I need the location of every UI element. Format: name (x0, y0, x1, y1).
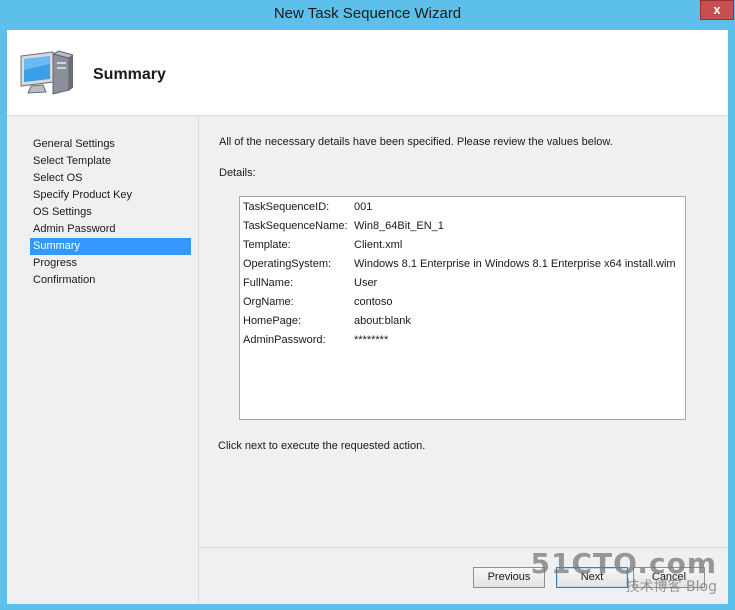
detail-key: AdminPassword: (243, 334, 326, 346)
detail-key: HomePage: (243, 315, 302, 327)
nav-item-confirmation[interactable]: Confirmation (30, 272, 191, 289)
intro-text: All of the necessary details have been s… (219, 136, 613, 148)
wizard-client-area: Summary General Settings Select Template… (7, 30, 728, 604)
summary-panel: All of the necessary details have been s… (199, 116, 728, 546)
button-bar-divider (199, 547, 728, 548)
detail-value: contoso (354, 296, 393, 308)
nav-item-summary[interactable]: Summary (30, 238, 191, 255)
details-list[interactable]: TaskSequenceID: 001 TaskSequenceName: Wi… (239, 196, 686, 420)
nav-item-admin-password[interactable]: Admin Password (30, 221, 191, 238)
nav-item-select-os[interactable]: Select OS (30, 170, 191, 187)
instruction-text: Click next to execute the requested acti… (218, 440, 426, 452)
nav-item-select-template[interactable]: Select Template (30, 153, 191, 170)
detail-value: about:blank (354, 315, 411, 327)
detail-key: TaskSequenceName: (243, 220, 348, 232)
detail-key: OperatingSystem: (243, 258, 332, 270)
nav-item-general-settings[interactable]: General Settings (30, 136, 191, 153)
previous-button[interactable]: Previous (473, 567, 545, 588)
detail-key: FullName: (243, 277, 294, 289)
next-button[interactable]: Next (556, 567, 628, 588)
detail-key: Template: (243, 239, 291, 251)
detail-key: TaskSequenceID: (243, 201, 330, 213)
close-button[interactable]: x (700, 0, 734, 20)
details-label: Details: (219, 167, 256, 179)
detail-value: ******** (354, 334, 389, 346)
detail-value: Win8_64Bit_EN_1 (354, 220, 444, 232)
nav-item-os-settings[interactable]: OS Settings (30, 204, 191, 221)
detail-value: User (354, 277, 378, 289)
wizard-steps-nav: General Settings Select Template Select … (7, 116, 199, 604)
detail-key: OrgName: (243, 296, 294, 308)
detail-value: Client.xml (354, 239, 403, 251)
nav-item-progress[interactable]: Progress (30, 255, 191, 272)
computer-icon (20, 50, 73, 95)
detail-value: 001 (354, 201, 373, 213)
close-icon: x (713, 2, 721, 17)
title-bar[interactable]: New Task Sequence Wizard x (0, 0, 735, 30)
nav-item-specify-product-key[interactable]: Specify Product Key (30, 187, 191, 204)
wizard-header: Summary (7, 30, 728, 116)
detail-value: Windows 8.1 Enterprise in Windows 8.1 En… (354, 258, 676, 270)
window-title: New Task Sequence Wizard (273, 5, 462, 22)
wizard-window: New Task Sequence Wizard x Summary Gener… (0, 0, 735, 610)
page-title: Summary (93, 66, 166, 83)
cancel-button[interactable]: Cancel (633, 567, 705, 588)
